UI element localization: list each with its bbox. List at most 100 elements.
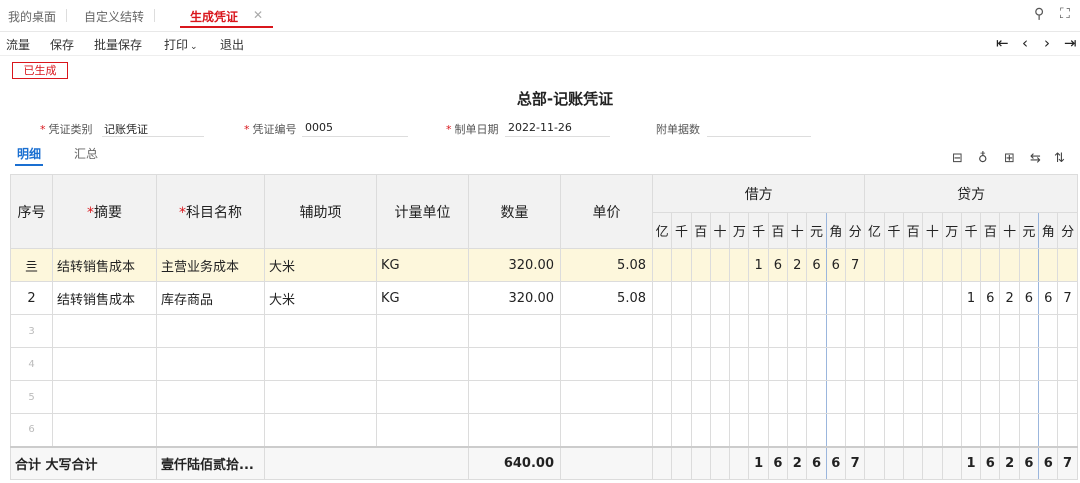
- tab-generate-voucher[interactable]: 生成凭证: [190, 8, 238, 25]
- row-credit-digit[interactable]: [999, 347, 1020, 381]
- row-debit-digit[interactable]: [825, 347, 846, 381]
- swap-icon[interactable]: ⇆: [1030, 151, 1041, 166]
- row-qty[interactable]: [468, 413, 561, 447]
- exit-button[interactable]: 退出: [220, 36, 244, 53]
- row-debit-digit[interactable]: [729, 281, 750, 315]
- row-credit-digit[interactable]: [1018, 314, 1040, 348]
- row-debit-digit[interactable]: [709, 347, 731, 381]
- table-row[interactable]: 6: [10, 413, 1078, 447]
- row-credit-digit[interactable]: [922, 281, 943, 315]
- row-debit-digit[interactable]: [844, 314, 866, 348]
- row-debit-digit[interactable]: [767, 347, 789, 381]
- row-debit-digit[interactable]: [844, 281, 866, 315]
- voucher-no-field[interactable]: 0005: [305, 121, 333, 134]
- row-debit-digit[interactable]: [787, 281, 808, 315]
- row-credit-digit[interactable]: [883, 314, 904, 348]
- row-debit-digit[interactable]: [709, 413, 731, 447]
- row-credit-digit[interactable]: [883, 380, 904, 414]
- batch-save-button[interactable]: 批量保存: [94, 36, 142, 53]
- row-qty[interactable]: [468, 380, 561, 414]
- row-credit-digit[interactable]: [922, 347, 943, 381]
- row-credit-digit[interactable]: [883, 347, 904, 381]
- row-credit-digit[interactable]: 2: [999, 281, 1020, 315]
- row-debit-digit[interactable]: [844, 347, 866, 381]
- row-aux[interactable]: [264, 413, 377, 447]
- row-debit-digit[interactable]: [671, 380, 692, 414]
- row-credit-digit[interactable]: [1057, 380, 1078, 414]
- split-icon[interactable]: ⊞: [1004, 151, 1015, 166]
- row-credit-digit[interactable]: [864, 413, 885, 447]
- row-credit-digit[interactable]: [1038, 248, 1059, 282]
- row-credit-digit[interactable]: [1018, 380, 1040, 414]
- attachments-field[interactable]: [707, 136, 811, 137]
- row-credit-digit[interactable]: [902, 413, 924, 447]
- last-page-icon[interactable]: ⇥: [1064, 34, 1077, 52]
- row-credit-digit[interactable]: [883, 413, 904, 447]
- row-account[interactable]: [156, 347, 265, 381]
- row-debit-digit[interactable]: [690, 314, 711, 348]
- row-credit-digit[interactable]: [960, 248, 982, 282]
- row-credit-digit[interactable]: [1038, 347, 1059, 381]
- row-credit-digit[interactable]: 6: [1038, 281, 1059, 315]
- row-credit-digit[interactable]: 6: [1018, 281, 1040, 315]
- row-unit[interactable]: [376, 347, 469, 381]
- row-credit-digit[interactable]: [941, 281, 962, 315]
- row-debit-digit[interactable]: [709, 248, 731, 282]
- next-page-icon[interactable]: ›: [1044, 34, 1050, 52]
- row-credit-digit[interactable]: [1057, 314, 1078, 348]
- row-summary[interactable]: 结转销售成本: [52, 281, 157, 315]
- row-credit-digit[interactable]: [980, 380, 1001, 414]
- row-credit-digit[interactable]: [960, 314, 982, 348]
- first-page-icon[interactable]: ⇤: [996, 34, 1009, 52]
- row-debit-digit[interactable]: [806, 380, 827, 414]
- row-credit-digit[interactable]: [1018, 347, 1040, 381]
- row-debit-digit[interactable]: [806, 347, 827, 381]
- row-debit-digit[interactable]: [767, 314, 789, 348]
- search-icon[interactable]: ⚲: [1034, 6, 1044, 22]
- row-debit-digit[interactable]: [767, 380, 789, 414]
- row-credit-digit[interactable]: [1057, 248, 1078, 282]
- row-credit-digit[interactable]: [980, 347, 1001, 381]
- row-qty[interactable]: 320.00: [468, 281, 561, 315]
- row-credit-digit[interactable]: [960, 413, 982, 447]
- row-debit-digit[interactable]: [651, 248, 673, 282]
- row-summary[interactable]: 结转销售成本: [52, 248, 157, 282]
- row-aux[interactable]: 大米: [264, 281, 377, 315]
- row-credit-digit[interactable]: 6: [980, 281, 1001, 315]
- row-debit-digit[interactable]: [825, 380, 846, 414]
- row-credit-digit[interactable]: [902, 281, 924, 315]
- row-unit[interactable]: [376, 380, 469, 414]
- row-debit-digit[interactable]: 7: [844, 248, 866, 282]
- tab-desktop[interactable]: 我的桌面: [8, 8, 68, 25]
- row-debit-digit[interactable]: [690, 281, 711, 315]
- row-debit-digit[interactable]: [671, 413, 692, 447]
- row-credit-digit[interactable]: [999, 314, 1020, 348]
- row-debit-digit[interactable]: [651, 314, 673, 348]
- row-debit-digit[interactable]: [651, 380, 673, 414]
- row-credit-digit[interactable]: [941, 347, 962, 381]
- money-bag-icon[interactable]: ♁: [978, 151, 988, 166]
- row-debit-digit[interactable]: [651, 281, 673, 315]
- row-debit-digit[interactable]: [690, 347, 711, 381]
- row-credit-digit[interactable]: [941, 314, 962, 348]
- row-price[interactable]: [560, 413, 653, 447]
- row-aux[interactable]: [264, 314, 377, 348]
- row-credit-digit[interactable]: [980, 314, 1001, 348]
- row-debit-digit[interactable]: [671, 248, 692, 282]
- voucher-type-field[interactable]: 记账凭证: [104, 121, 148, 137]
- row-unit[interactable]: [376, 413, 469, 447]
- row-credit-digit[interactable]: [922, 413, 943, 447]
- row-debit-digit[interactable]: [787, 347, 808, 381]
- row-debit-digit[interactable]: [806, 314, 827, 348]
- row-credit-digit[interactable]: [902, 248, 924, 282]
- row-price[interactable]: [560, 347, 653, 381]
- row-qty[interactable]: [468, 314, 561, 348]
- row-aux[interactable]: [264, 347, 377, 381]
- row-account[interactable]: [156, 413, 265, 447]
- row-debit-digit[interactable]: [825, 314, 846, 348]
- tab-detail[interactable]: 明细: [17, 145, 41, 162]
- table-row[interactable]: 4: [10, 347, 1078, 381]
- row-credit-digit[interactable]: [999, 380, 1020, 414]
- row-debit-digit[interactable]: [651, 413, 673, 447]
- row-credit-digit[interactable]: [1038, 314, 1059, 348]
